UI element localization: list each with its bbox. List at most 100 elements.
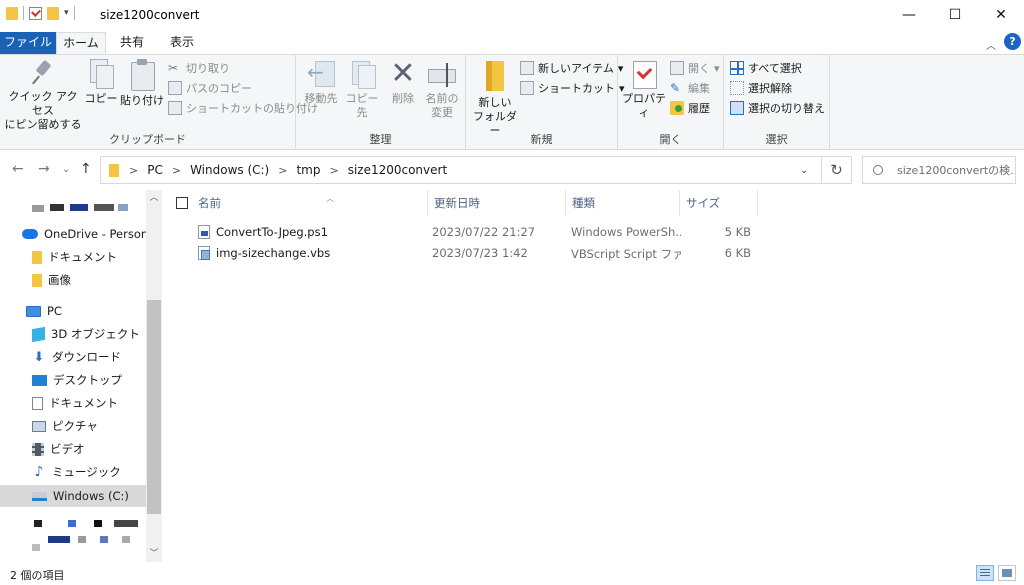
new-item-button[interactable]: 新しいアイテム ▾: [520, 59, 623, 77]
redacted-item: [100, 536, 108, 543]
nav-item-windows-c[interactable]: Windows (C:): [0, 485, 146, 507]
breadcrumb-drive[interactable]: Windows (C:): [190, 163, 269, 177]
new-folder-quick-icon[interactable]: [47, 6, 59, 20]
nav-item-onedrive[interactable]: OneDrive - Personal: [0, 223, 146, 245]
redacted-item: [118, 204, 128, 211]
refresh-button[interactable]: ↻: [822, 156, 852, 184]
paste-button[interactable]: 貼り付け: [120, 59, 164, 108]
open-button[interactable]: 開く ▾: [670, 59, 720, 77]
navigation-row: ← → ⌄ ↑ > PC > Windows (C:) > tmp > size…: [0, 150, 1024, 190]
scroll-up-icon[interactable]: ︿: [146, 190, 162, 206]
new-item-icon: [520, 61, 534, 75]
address-bar[interactable]: > PC > Windows (C:) > tmp > size1200conv…: [100, 156, 822, 184]
maximize-button[interactable]: ☐: [932, 0, 978, 30]
copy-icon: [88, 59, 114, 89]
nav-item-videos[interactable]: ビデオ: [0, 438, 146, 460]
breadcrumb-current-folder[interactable]: size1200convert: [348, 163, 447, 177]
select-none-icon: [730, 81, 744, 95]
scrollbar-thumb[interactable]: [147, 300, 161, 514]
open-label: 開く: [688, 62, 710, 75]
invert-selection-button[interactable]: 選択の切り替え: [730, 99, 825, 117]
easy-access-button[interactable]: ショートカット ▾: [520, 79, 625, 97]
chevron-right-icon[interactable]: >: [129, 164, 138, 177]
edit-button[interactable]: ✎ 編集: [670, 79, 710, 97]
cut-button[interactable]: ✂ 切り取り: [168, 59, 230, 77]
column-header-name[interactable]: 名前 ︿: [192, 190, 428, 216]
column-label: 名前: [198, 196, 221, 210]
redacted-item: [48, 536, 70, 543]
select-all-checkbox[interactable]: [176, 197, 188, 209]
nav-item-music[interactable]: ♪ ミュージック: [0, 461, 146, 483]
nav-item-desktop[interactable]: デスクトップ: [0, 369, 146, 391]
properties-quick-icon[interactable]: [29, 6, 42, 20]
file-name: img-sizechange.vbs: [216, 246, 331, 260]
breadcrumb-tmp[interactable]: tmp: [296, 163, 320, 177]
delete-button[interactable]: ✕ 削除: [388, 59, 418, 106]
tab-view[interactable]: 表示: [160, 32, 204, 54]
file-modified: 2023/07/22 21:27: [432, 225, 536, 239]
chevron-right-icon[interactable]: >: [329, 164, 338, 177]
copy-button[interactable]: コピー: [84, 59, 118, 106]
tab-home[interactable]: ホーム: [56, 32, 106, 54]
quick-access-toolbar: ▾: [6, 6, 75, 20]
vbscript-file-icon: [198, 246, 210, 260]
forward-arrow-icon[interactable]: →: [38, 161, 50, 177]
help-icon[interactable]: ?: [1004, 33, 1021, 50]
history-button[interactable]: 履歴: [670, 99, 710, 117]
window-title: size1200convert: [100, 8, 200, 22]
nav-item-downloads[interactable]: ⬇ ダウンロード: [0, 346, 146, 368]
properties-button[interactable]: プロパティ: [620, 59, 668, 120]
nav-pane-scrollbar[interactable]: ︿ ﹀: [146, 190, 162, 562]
pin-to-quick-access-button[interactable]: クイック アクセス にピン留めする: [4, 59, 82, 132]
move-to-icon: [307, 59, 335, 89]
file-row[interactable]: img-sizechange.vbs 2023/07/23 1:42 VBScr…: [192, 243, 792, 264]
select-group: すべて選択 選択解除 選択の切り替え 選択: [724, 55, 830, 150]
picture-icon: [32, 420, 46, 432]
file-size: 5 KB: [724, 225, 751, 239]
customize-toolbar-dropdown-icon[interactable]: ▾: [64, 8, 69, 18]
redacted-item: [122, 536, 130, 543]
column-label: 更新日時: [434, 196, 480, 210]
copy-to-button[interactable]: コピー先: [342, 59, 382, 120]
collapse-ribbon-icon[interactable]: ︿: [986, 37, 996, 52]
search-box[interactable]: size1200convertの検...: [862, 156, 1016, 184]
pencil-icon: ✎: [670, 81, 681, 95]
nav-item-3d-objects[interactable]: 3D オブジェクト: [0, 323, 146, 345]
breadcrumb-pc[interactable]: PC: [147, 163, 163, 177]
file-row[interactable]: ConvertTo-Jpeg.ps1 2023/07/22 21:27 Wind…: [192, 222, 792, 243]
move-to-button[interactable]: 移動先: [302, 59, 340, 106]
copy-path-button[interactable]: パスのコピー: [168, 79, 252, 97]
cut-label: 切り取り: [186, 62, 230, 75]
column-header-size[interactable]: サイズ: [680, 190, 758, 216]
cube-icon: [32, 326, 45, 342]
nav-item-onedrive-documents[interactable]: ドキュメント: [0, 246, 146, 268]
nav-item-pictures[interactable]: ピクチャ: [0, 415, 146, 437]
nav-item-label: ドキュメント: [48, 250, 117, 264]
rename-button[interactable]: 名前の 変更: [422, 59, 462, 120]
select-all-button[interactable]: すべて選択: [730, 59, 802, 77]
chevron-right-icon[interactable]: >: [172, 164, 181, 177]
redacted-item: [34, 520, 42, 527]
select-none-button[interactable]: 選択解除: [730, 79, 792, 97]
scroll-down-icon[interactable]: ﹀: [146, 546, 162, 562]
address-history-chevron-icon[interactable]: ⌄: [800, 165, 808, 176]
clipboard-group-label: クリップボード: [109, 133, 186, 146]
nav-item-pc[interactable]: PC: [0, 300, 146, 322]
new-folder-button[interactable]: 新しい フォルダー: [470, 59, 520, 138]
nav-item-onedrive-images[interactable]: 画像: [0, 269, 146, 291]
recent-locations-chevron-icon[interactable]: ⌄: [62, 164, 70, 175]
nav-item-documents[interactable]: ドキュメント: [0, 392, 146, 414]
tab-share[interactable]: 共有: [112, 32, 152, 54]
column-header-type[interactable]: 種類: [566, 190, 680, 216]
details-view-icon[interactable]: [976, 565, 994, 581]
minimize-button[interactable]: —: [886, 0, 932, 30]
up-arrow-icon[interactable]: ↑: [80, 161, 92, 177]
large-icons-view-icon[interactable]: [998, 565, 1016, 581]
open-group-label: 開く: [659, 133, 682, 146]
tab-file[interactable]: ファイル: [0, 32, 56, 54]
back-arrow-icon[interactable]: ←: [12, 161, 24, 177]
chevron-right-icon[interactable]: >: [278, 164, 287, 177]
nav-item-label: ビデオ: [50, 442, 85, 456]
column-header-modified[interactable]: 更新日時: [428, 190, 566, 216]
close-button[interactable]: ✕: [978, 0, 1024, 30]
